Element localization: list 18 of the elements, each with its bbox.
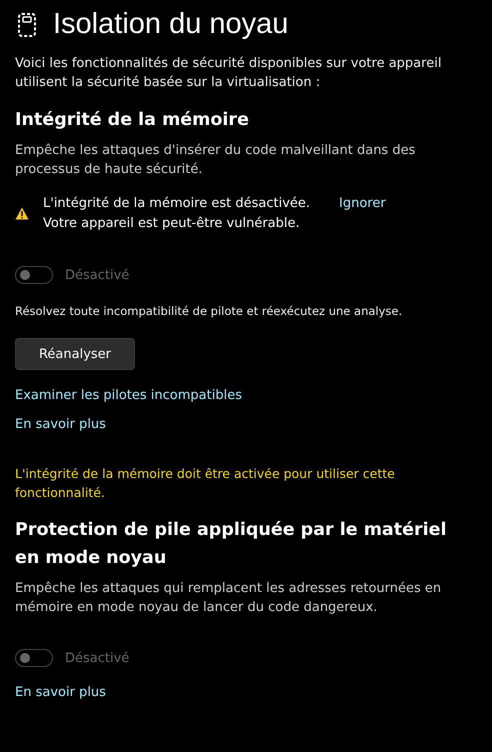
section-description: Empêche les attaques qui remplacent les adresses retournées en mémoire en mode noyau de lancer du code dangereux. xyxy=(15,580,442,617)
chip-icon xyxy=(17,12,37,38)
ignore-link[interactable]: Ignorer xyxy=(339,194,386,214)
intro-text: Voici les fonctionnalités de sécurité disponibles sur votre appareil utilisent la sécurité basée sur la virtualisation : xyxy=(15,55,442,92)
hint-text: Résolvez toute incompatibilité de pilote et réexécutez une analyse. xyxy=(15,304,404,318)
page-title: Isolation du noyau xyxy=(53,8,288,41)
toggle-label: Désactivé xyxy=(65,268,130,282)
section-heading: Intégrité de la mémoire xyxy=(15,109,250,132)
section-description: Empêche les attaques d'insérer du code malveillant dans des processus de haute sécurité. xyxy=(15,142,416,179)
link[interactable]: En savoir plus xyxy=(15,417,106,432)
toggle-label: Désactivé xyxy=(65,650,130,666)
section-heading: Protection de pile appliquée par le matériel en mode noyau xyxy=(15,519,448,570)
warning-icon xyxy=(15,207,29,220)
rescan-button[interactable]: Réanalyser xyxy=(15,338,135,370)
link[interactable]: Examiner les pilotes incompatibles xyxy=(15,388,242,403)
warning-text: L'intégrité de la mémoire est désactivée. Votre appareil est peut-être vulnérable. xyxy=(43,195,312,233)
requirement-note: L'intégrité de la mémoire doit être activée pour utiliser cette fonctionnalité. xyxy=(15,465,396,502)
link[interactable]: En savoir plus xyxy=(15,685,106,700)
